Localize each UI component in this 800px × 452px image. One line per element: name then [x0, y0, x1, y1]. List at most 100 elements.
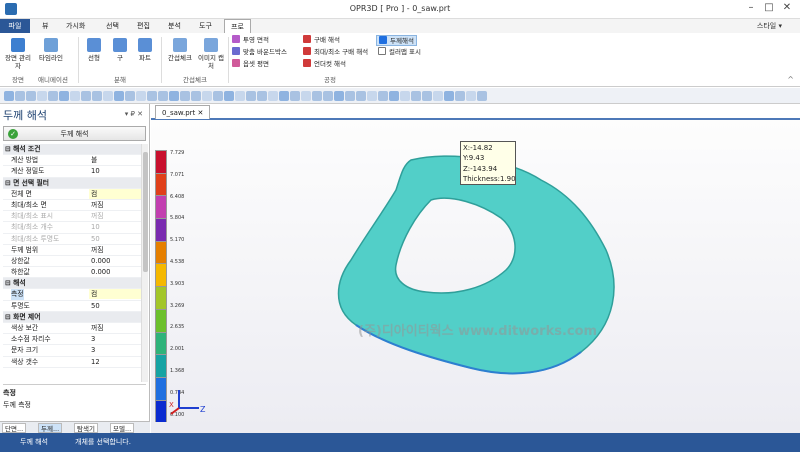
scroll-thumb[interactable] — [143, 152, 148, 272]
interference-check-button[interactable]: 간섭체크 — [165, 38, 195, 62]
scene-manager-button[interactable]: 장면 관리자 — [4, 38, 32, 70]
property-value[interactable]: 꺼짐 — [89, 211, 141, 221]
style-dropdown[interactable]: 스타일 ▾ — [757, 21, 782, 31]
property-value[interactable]: 12 — [89, 357, 141, 367]
property-value[interactable]: 50 — [89, 234, 141, 244]
tab-explorer[interactable]: 탐색기 — [74, 423, 98, 433]
tab-section[interactable]: 단면... — [2, 423, 27, 433]
collapse-icon[interactable]: ⊟ — [5, 279, 13, 287]
menu-visual[interactable]: 가시화 — [60, 19, 91, 33]
sphere-button[interactable]: 구 — [111, 38, 129, 62]
property-value[interactable]: 컴 — [89, 188, 141, 199]
bounding-box-item[interactable]: 맞춤 바운드박스 — [232, 47, 287, 58]
colormap-checkbox[interactable] — [378, 47, 386, 55]
toolbar-tool-icon[interactable] — [213, 91, 223, 101]
property-value[interactable]: 50 — [89, 301, 141, 311]
property-row[interactable]: 최대/최소 투명도 50 — [3, 234, 141, 245]
image-capture-button[interactable]: 이미지 캡처 — [197, 38, 225, 70]
toolbar-tool-icon[interactable] — [92, 91, 102, 101]
toolbar-tool-icon[interactable] — [125, 91, 135, 101]
menu-file[interactable]: 파일 — [0, 19, 30, 33]
property-row[interactable]: 최대/최소 면 꺼짐 — [3, 200, 141, 212]
toolbar-tool-icon[interactable] — [411, 91, 421, 101]
offset-plane-item[interactable]: 옵셋 평면 — [232, 59, 269, 70]
collapse-icon[interactable]: ⊟ — [5, 313, 13, 321]
property-value[interactable]: 10 — [89, 166, 141, 176]
property-row[interactable]: 계산 정밀도 10 — [3, 166, 141, 178]
toolbar-tool-icon[interactable] — [422, 91, 432, 101]
property-value[interactable]: 3 — [89, 334, 141, 344]
toolbar-tool-icon[interactable] — [246, 91, 256, 101]
toolbar-tool-icon[interactable] — [466, 91, 476, 101]
menu-edit[interactable]: 편집 — [131, 19, 156, 33]
toolbar-tool-icon[interactable] — [114, 91, 124, 101]
property-value[interactable]: 0.000 — [89, 267, 141, 277]
toolbar-tool-icon[interactable] — [323, 91, 333, 101]
toolbar-tool-icon[interactable] — [257, 91, 267, 101]
toolbar-tool-icon[interactable] — [433, 91, 443, 101]
toolbar-tool-icon[interactable] — [180, 91, 190, 101]
property-row[interactable]: 최대/최소 개수 10 — [3, 222, 141, 234]
menu-tools[interactable]: 도구 — [193, 19, 218, 33]
undercut-item[interactable]: 언더컷 해석 — [303, 59, 346, 70]
property-row[interactable]: 색상 보간 꺼짐 — [3, 323, 141, 335]
property-value[interactable]: 0.000 — [89, 256, 141, 266]
toolbar-tool-icon[interactable] — [400, 91, 410, 101]
viewport-3d[interactable]: 7.729 7.071 6.408 5.804 5.170 4.538 3.903 3.269… — [151, 120, 800, 433]
toolbar-tool-icon[interactable] — [455, 91, 465, 101]
part-body[interactable] — [337, 155, 615, 375]
property-row[interactable]: 전체 면 컴 — [3, 188, 141, 200]
property-row[interactable]: 투명도 50 — [3, 301, 141, 312]
toolbar-tool-icon[interactable] — [444, 91, 454, 101]
toolbar-tool-icon[interactable] — [477, 91, 487, 101]
toolbar-tool-icon[interactable] — [26, 91, 36, 101]
toolbar-tool-icon[interactable] — [235, 91, 245, 101]
property-row[interactable]: 측정 컴 — [3, 289, 141, 301]
property-value[interactable]: 꺼짐 — [89, 323, 141, 333]
toolbar-tool-icon[interactable] — [279, 91, 289, 101]
toolbar-tool-icon[interactable] — [367, 91, 377, 101]
minimize-icon[interactable]: – — [744, 2, 758, 13]
toolbar-tool-icon[interactable] — [356, 91, 366, 101]
toolbar-tool-icon[interactable] — [48, 91, 58, 101]
menu-analysis[interactable]: 분석 — [162, 19, 187, 33]
toolbar-tool-icon[interactable] — [202, 91, 212, 101]
property-scrollbar[interactable] — [141, 144, 148, 382]
thickness-calc-button[interactable]: ✓ 두께 해석 — [3, 126, 146, 141]
toolbar-tool-icon[interactable] — [136, 91, 146, 101]
menu-view[interactable]: 뷰 — [36, 19, 54, 33]
toolbar-tool-icon[interactable] — [37, 91, 47, 101]
property-row[interactable]: 하한값 0.000 — [3, 267, 141, 279]
toolbar-tool-icon[interactable] — [312, 91, 322, 101]
toolbar-tool-icon[interactable] — [147, 91, 157, 101]
toolbar-tool-icon[interactable] — [70, 91, 80, 101]
max-min-draft-item[interactable]: 최대/최소 구배 해석 — [303, 47, 368, 58]
menu-select[interactable]: 선택 — [100, 19, 125, 33]
property-value[interactable]: 10 — [89, 222, 141, 232]
toolbar-tool-icon[interactable] — [378, 91, 388, 101]
thickness-analysis-item[interactable]: 두께해석 — [376, 35, 417, 46]
tab-model[interactable]: 모델... — [110, 423, 135, 433]
toolbar-tool-icon[interactable] — [191, 91, 201, 101]
toolbar-tool-icon[interactable] — [169, 91, 179, 101]
toolbar-tool-icon[interactable] — [103, 91, 113, 101]
toolbar-tool-icon[interactable] — [334, 91, 344, 101]
collapse-icon[interactable]: ⊟ — [5, 145, 13, 153]
close-icon[interactable]: ✕ — [780, 2, 794, 13]
panel-controls[interactable]: ▾ ₽ ✕ — [125, 110, 143, 118]
property-value[interactable]: 꺼짐 — [89, 200, 141, 210]
property-row[interactable]: 두께 범위 꺼짐 — [3, 245, 141, 256]
collapse-icon[interactable]: ⊟ — [5, 179, 13, 187]
maximize-icon[interactable]: □ — [762, 2, 776, 13]
toolbar-tool-icon[interactable] — [290, 91, 300, 101]
draft-analysis-item[interactable]: 구배 해석 — [303, 35, 340, 46]
toolbar-tool-icon[interactable] — [81, 91, 91, 101]
toolbar-tool-icon[interactable] — [15, 91, 25, 101]
property-row[interactable]: 상한값 0.000 — [3, 256, 141, 268]
toolbar-tool-icon[interactable] — [345, 91, 355, 101]
toolbar-tool-icon[interactable] — [4, 91, 14, 101]
property-value[interactable]: 3 — [89, 345, 141, 355]
property-row[interactable]: 색상 갯수 12 — [3, 357, 141, 368]
toolbar-tool-icon[interactable] — [389, 91, 399, 101]
property-row[interactable]: 최대/최소 표시 꺼짐 — [3, 211, 141, 223]
